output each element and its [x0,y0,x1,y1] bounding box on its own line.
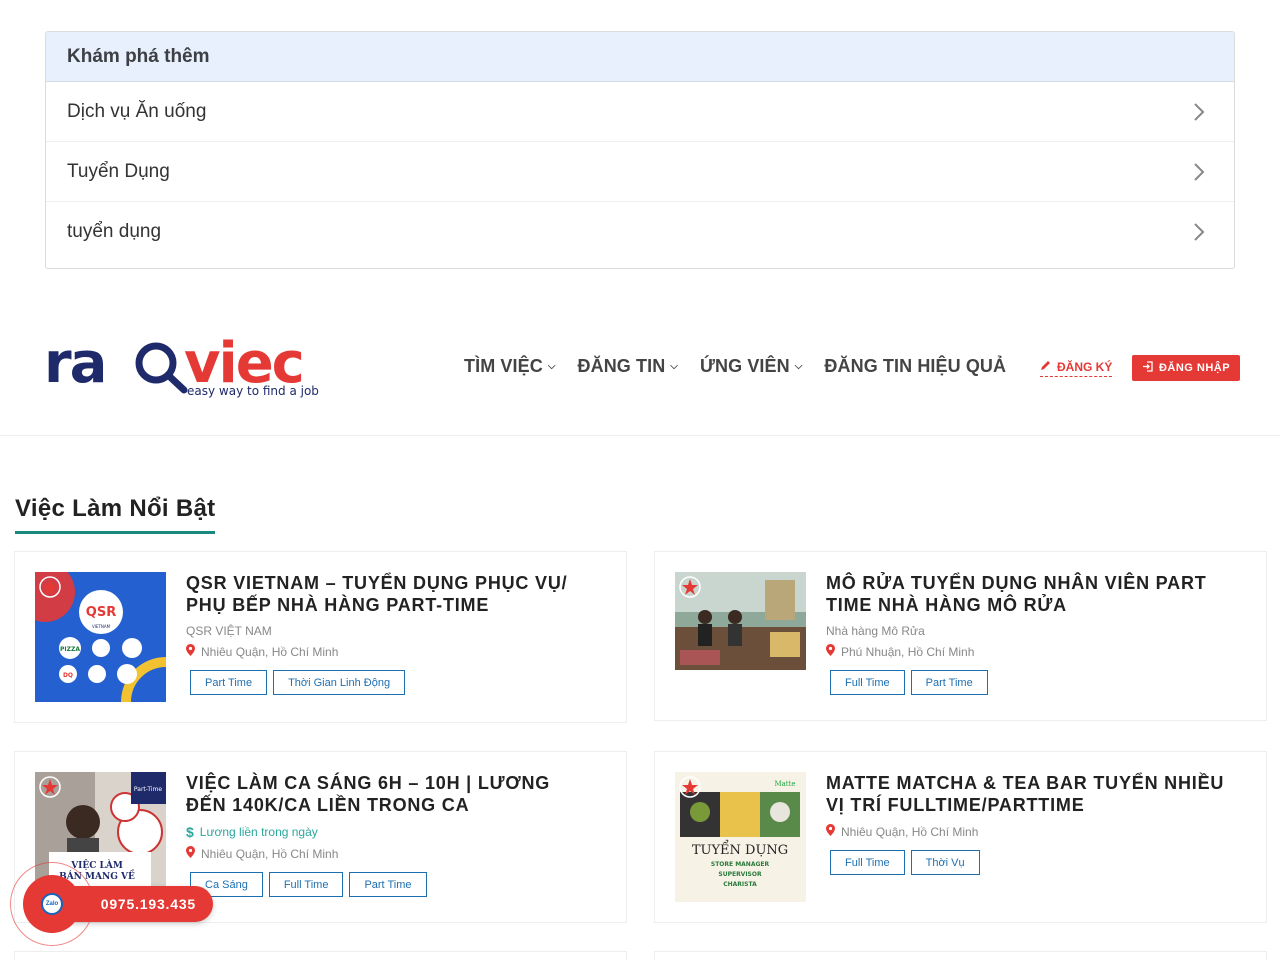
explore-item-food[interactable]: Dịch vụ Ăn uống [46,82,1234,142]
explore-item-recruit-lower[interactable]: tuyển dụng [46,202,1234,262]
featured-star-icon [39,576,61,598]
map-pin-icon [826,824,835,839]
job-tags: Part Time Thời Gian Linh Động [190,670,586,695]
job-location: Nhiêu Quận, Hồ Chí Minh [186,644,586,659]
sign-in-icon [1142,361,1153,375]
explore-item-label: Dịch vụ Ăn uống [67,100,207,122]
register-link[interactable]: ĐĂNG KÝ [1040,359,1113,377]
main-nav: TÌM VIỆC ⌵ ĐĂNG TIN ⌵ ỨNG VIÊN ⌵ ĐĂNG TIN H… [464,356,1006,377]
chevron-down-icon: ⌵ [794,361,803,372]
explore-panel: Khám phá thêm Dịch vụ Ăn uống Tuyển Dụng… [45,31,1235,269]
svg-text:TUYỂN DỤNG: TUYỂN DỤNG [692,840,788,858]
job-title[interactable]: QSR VIETNAM – TUYỂN DỤNG PHỤC VỤ/ PHỤ BẾ… [186,572,586,616]
job-tag[interactable]: Full Time [830,850,905,875]
job-salary: $ Lương liền trong ngày [186,824,586,840]
job-thumbnail[interactable]: Matte TUYỂN DỤNG STORE MANAGER SUPERVISO… [675,772,806,902]
dollar-icon: $ [186,824,194,840]
job-company[interactable]: Nhà hàng Mô Rửa [826,624,1226,638]
job-location-text: Phú Nhuận, Hồ Chí Minh [841,644,975,659]
zalo-icon: Zalo [41,893,63,915]
explore-item-label: tuyển dụng [67,221,162,242]
explore-title: Khám phá thêm [46,32,1234,82]
pencil-icon [1040,359,1052,374]
job-info: VIỆC LÀM CA SÁNG 6h – 10h | LƯƠNG ĐẾN 14… [186,772,586,897]
job-tag[interactable]: Part Time [910,670,988,695]
nav-post-job[interactable]: ĐĂNG TIN ⌵ [578,356,678,377]
site-header: ra viec easy way to find a job TÌM VIỆC ⌵… [0,300,1280,436]
job-title[interactable]: MÔ RỬA TUYỂN DỤNG NHÂN VIÊN PART TIME NH… [826,572,1226,616]
svg-text:DQ: DQ [63,672,73,679]
job-tag[interactable]: Part Time [349,872,427,897]
explore-item-recruit[interactable]: Tuyển Dụng [46,142,1234,202]
explore-item-label: Tuyển Dụng [67,160,170,182]
svg-text:CHARISTA: CHARISTA [723,881,757,888]
job-card[interactable] [14,951,627,960]
job-location-text: Nhiêu Quận, Hồ Chí Minh [841,824,979,839]
nav-candidates[interactable]: ỨNG VIÊN ⌵ [700,356,802,377]
job-location-text: Nhiêu Quận, Hồ Chí Minh [201,846,339,861]
job-tags: Ca Sáng Full Time Part Time [190,872,586,897]
job-company[interactable]: QSR VIỆT NAM [186,624,586,638]
map-pin-icon [826,644,835,659]
nav-label: ỨNG VIÊN [699,356,790,376]
svg-text:VIETNAM: VIETNAM [92,624,111,629]
chevron-right-icon [1185,158,1213,186]
zalo-button[interactable]: Zalo [23,875,81,933]
job-tag[interactable]: Thời Gian Linh Động [273,670,406,695]
login-button[interactable]: ĐĂNG NHẬP [1132,355,1240,381]
job-thumbnail[interactable]: QSR VIETNAM PIZZA DQ [35,572,166,702]
svg-text:VIỆC LÀM: VIỆC LÀM [70,859,123,871]
job-location: Nhiêu Quận, Hồ Chí Minh [186,846,586,861]
nav-label: ĐĂNG TIN HIỆU QUẢ [824,356,1007,376]
chevron-down-icon: ⌵ [670,361,678,372]
job-info: MÔ RỬA TUYỂN DỤNG NHÂN VIÊN PART TIME NH… [826,572,1226,695]
svg-text:Part-Time: Part-Time [134,786,162,793]
chevron-right-icon [1185,218,1213,246]
job-info: MATTE MATCHA & TEA BAR TUYỂN NHIỀU VỊ TR… [826,772,1226,875]
svg-text:STORE MANAGER: STORE MANAGER [711,861,770,868]
job-location: Nhiêu Quận, Hồ Chí Minh [826,824,1226,839]
job-title[interactable]: MATTE MATCHA & TEA BAR TUYỂN NHIỀU VỊ TR… [826,772,1226,816]
svg-text:PIZZA: PIZZA [60,646,80,653]
job-tag[interactable]: Thời Vụ [910,850,980,875]
job-thumbnail[interactable] [675,572,806,670]
job-card[interactable]: Matte TUYỂN DỤNG STORE MANAGER SUPERVISO… [654,751,1267,923]
register-label: ĐĂNG KÝ [1057,359,1113,374]
job-info: QSR VIETNAM – TUYỂN DỤNG PHỤC VỤ/ PHỤ BẾ… [186,572,586,695]
nav-label: ĐĂNG TIN [577,356,666,376]
nav-label: TÌM VIỆC [464,356,543,376]
job-salary-text: Lương liền trong ngày [199,825,318,839]
qsr-logo-text: QSR [86,605,116,620]
site-logo[interactable]: ra viec easy way to find a job [44,331,334,402]
chevron-down-icon: ⌵ [547,361,556,372]
job-card[interactable]: QSR VIETNAM PIZZA DQ QSR VIETNAM – TUYỂN… [14,551,627,723]
svg-text:Matte: Matte [774,780,795,788]
section-title: Việc Làm Nổi Bật [15,495,216,534]
map-pin-icon [186,644,195,659]
featured-star-icon [679,776,701,798]
svg-text:SUPERVISOR: SUPERVISOR [718,871,762,878]
job-tag[interactable]: Part Time [190,670,268,695]
job-tag[interactable]: Full Time [830,670,905,695]
job-location-text: Nhiêu Quận, Hồ Chí Minh [201,644,339,659]
job-tags: Full Time Thời Vụ [830,850,1226,875]
svg-text:ra: ra [44,332,105,396]
featured-star-icon [39,776,61,798]
nav-find-job[interactable]: TÌM VIỆC ⌵ [464,356,556,377]
job-tags: Full Time Part Time [830,670,1226,695]
job-title[interactable]: VIỆC LÀM CA SÁNG 6h – 10h | LƯƠNG ĐẾN 14… [186,772,586,816]
svg-text:easy way to find a job: easy way to find a job [187,384,319,398]
map-pin-icon [186,846,195,861]
job-card[interactable]: MÔ RỬA TUYỂN DỤNG NHÂN VIÊN PART TIME NH… [654,551,1267,721]
featured-star-icon [679,576,701,598]
job-tag[interactable]: Full Time [268,872,344,897]
chevron-right-icon [1185,98,1213,126]
job-card[interactable] [654,951,1267,960]
job-location: Phú Nhuận, Hồ Chí Minh [826,644,1226,659]
nav-effective-post[interactable]: ĐĂNG TIN HIỆU QUẢ [824,356,1006,377]
login-label: ĐĂNG NHẬP [1158,362,1231,374]
